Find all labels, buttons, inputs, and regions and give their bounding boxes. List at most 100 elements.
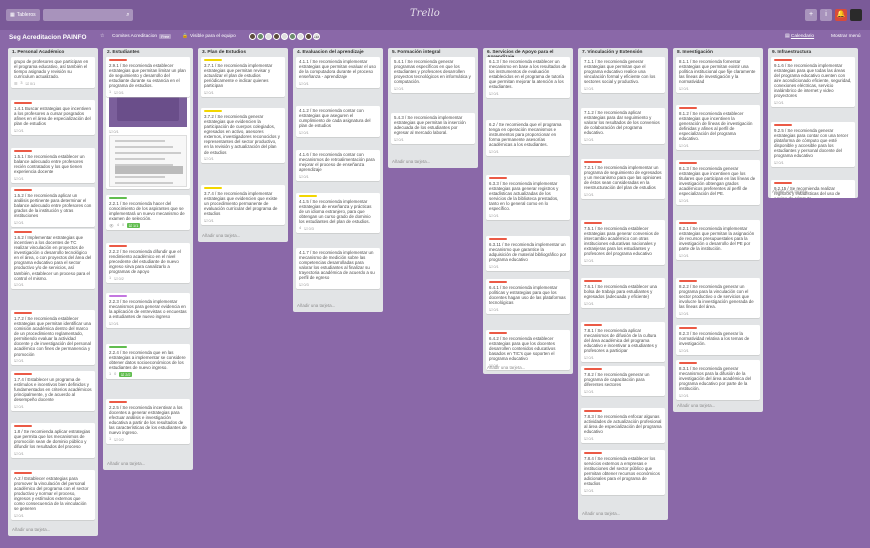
card[interactable]: 6.4.1 / Se recomienda implementar políti… <box>486 279 570 314</box>
notifications-icon[interactable]: 🔔 <box>835 9 847 21</box>
card[interactable]: 7.8.4 / Se recomienda establecer los ser… <box>581 450 665 495</box>
card[interactable] <box>106 133 190 189</box>
card[interactable]: 7.5.1 / Se recomienda establecer estrate… <box>581 220 665 265</box>
list-title[interactable]: 5. Formación integral <box>388 48 478 57</box>
card[interactable]: 7.8.3 / Se recomienda enfocar algunas ac… <box>581 408 665 443</box>
card[interactable]: A.2 / Establecer estrategias para promov… <box>11 470 95 521</box>
card-title: 3.7.1 / Se recomienda implementar estrat… <box>204 62 273 89</box>
add-card-button[interactable]: Añadir una tarjeta... <box>392 159 430 164</box>
calendar-button[interactable]: ▤ Calendario <box>785 34 814 39</box>
card-label <box>584 222 602 225</box>
card[interactable]: 5.4.3 / Se recomienda implementar estrat… <box>391 113 475 144</box>
team-button[interactable]: Comites Acreditacion Free <box>112 34 172 39</box>
list-title[interactable]: 2. Estudiantes <box>103 48 193 57</box>
board-title[interactable]: Seg Acreditacion PAINFO <box>9 34 86 41</box>
card-badge: 1 <box>109 276 112 281</box>
add-card-button[interactable]: Añadir una tarjeta... <box>582 511 620 516</box>
list-title[interactable]: 4. Evaluacion del aprendizaje <box>293 48 383 57</box>
avatar[interactable] <box>281 33 288 40</box>
card[interactable]: 4.1.2 / Se recomienda contar con estrate… <box>296 106 380 137</box>
list-title[interactable]: 8. Investigación <box>673 48 763 57</box>
card[interactable]: 1.6.2 / Implementar estrategias que ince… <box>11 229 95 290</box>
card[interactable]: 2.2.4 / Se recomienda que en las estrate… <box>106 344 190 379</box>
card[interactable]: 2.2.3 / Se recomienda implementar mecani… <box>106 293 190 328</box>
card[interactable]: grupo de profesores que participan en el… <box>11 57 95 88</box>
boards-button[interactable]: ▦ Tableros <box>6 9 40 21</box>
add-card-button[interactable]: Añadir una tarjeta... <box>772 189 810 194</box>
card[interactable]: 9.1.6 / Se recomienda implementar estrat… <box>771 57 855 108</box>
card[interactable]: 6.3.3 / Se recomienda implementar estrat… <box>486 175 570 220</box>
avatar[interactable] <box>265 33 272 40</box>
card[interactable]: 1.5.2 / Se recomienda aplicar un análisi… <box>11 187 95 227</box>
card[interactable]: 2.9.1 / Se recomienda establecer estrate… <box>106 57 190 97</box>
card[interactable]: 7.8.2 / Se recomienda generar un program… <box>581 366 665 396</box>
info-button[interactable]: i <box>820 9 832 21</box>
card[interactable]: 8.1.2 / Se recomienda establecer estrate… <box>676 105 760 150</box>
card[interactable]: 4.1.5 / Se recomienda implementar estrat… <box>296 193 380 233</box>
card[interactable]: 8.1.1 / Se recomienda fomentar estrategi… <box>676 57 760 93</box>
list-title[interactable]: 1. Personal Académico <box>8 48 98 57</box>
card[interactable]: 1.4.1 Buscar estrategias que incentiven … <box>11 100 95 135</box>
card[interactable]: 7.6.1 / Se recomienda establecer una bol… <box>581 278 665 308</box>
add-card-button[interactable]: Añadir una tarjeta... <box>12 527 50 532</box>
card[interactable]: 4.1.7 / Se recomienda implementar un mec… <box>296 248 380 290</box>
list-title[interactable]: 3. Plan de Estudios <box>198 48 288 57</box>
add-card-button[interactable]: Añadir una tarjeta... <box>297 303 335 308</box>
avatar[interactable] <box>273 33 280 40</box>
checklist-badge: ☑ 0/1 <box>14 283 24 288</box>
avatar[interactable] <box>257 33 264 40</box>
avatar[interactable] <box>289 33 296 40</box>
card[interactable]: 9.2.5 / Se recomienda generar estrategia… <box>771 122 855 167</box>
star-icon[interactable]: ☆ <box>100 34 104 39</box>
card[interactable]: 7.2.1 / Se recomienda implementar un pro… <box>581 159 665 199</box>
card-label <box>584 280 602 283</box>
checklist-badge: ☑ 0/1 <box>14 404 24 409</box>
card[interactable]: 1.5.1 / Se recomienda establecer un bala… <box>11 148 95 183</box>
card[interactable]: 3.7.4 / Se recomienda implementar estrat… <box>201 185 285 225</box>
card[interactable]: 6.2 / Se recomienda que el programa teng… <box>486 120 570 156</box>
card-badges: ☑ 0/1 <box>584 389 662 394</box>
add-card-button[interactable]: Añadir una tarjeta... <box>202 233 240 238</box>
card[interactable]: 2.2.1 / Se recomienda hacer del conocimi… <box>106 195 190 230</box>
card[interactable]: 1.8 / Se recomienda aplicar estrategias … <box>11 423 95 458</box>
checklist-badge: ☑ 0/1 <box>584 488 594 493</box>
card[interactable]: 4.1.6 / Se recomienda contar con mecanis… <box>296 150 380 181</box>
card[interactable]: 8.2.3 / Se recomienda generar la normati… <box>676 325 760 355</box>
show-menu-button[interactable]: Mostrar menú <box>831 34 861 39</box>
card[interactable]: 7.1.1 / Se recomienda generar estrategia… <box>581 57 665 93</box>
list-title[interactable]: 9. Infraestructura <box>768 48 858 57</box>
visibility-button[interactable]: 🔒 Visible para el equipo <box>182 34 236 39</box>
add-card-button[interactable]: Añadir una tarjeta... <box>107 461 145 466</box>
add-card-button[interactable]: Añadir una tarjeta... <box>677 403 715 408</box>
card[interactable]: 1.7.4 / Establecer un programa de estímu… <box>11 371 95 411</box>
list-title[interactable]: 6. Servicios de Apoyo para el Aprendizaj… <box>483 48 573 60</box>
user-avatar[interactable] <box>850 9 862 21</box>
card[interactable]: 8.2.2 / Se recomienda generar un program… <box>676 278 760 318</box>
search-input[interactable]: ⌕ <box>42 9 133 21</box>
card[interactable]: 6.1.3 / Se recomienda establecer un meca… <box>486 57 570 99</box>
card[interactable]: 7.1.2 / Se recomienda aplicar estrategia… <box>581 108 665 144</box>
avatar[interactable] <box>249 33 256 40</box>
card[interactable]: 3.7.1 / Se recomienda implementar estrat… <box>201 57 285 97</box>
trello-logo[interactable]: Trello <box>410 8 440 19</box>
avatar[interactable] <box>297 33 304 40</box>
card[interactable]: 2.2.2 / Se recomienda difundir que el re… <box>106 243 190 283</box>
add-card-button[interactable]: Añadir una tarjeta... <box>487 365 525 370</box>
card[interactable]: 4.1.1 / Se recomienda implementar estrat… <box>296 57 380 88</box>
card[interactable]: 8.2.1 / Se recomienda implementar estrat… <box>676 220 760 260</box>
list-title[interactable]: 7. Vinculación y Extensión <box>578 48 668 57</box>
add-button[interactable]: + <box>805 9 817 21</box>
card[interactable]: 1.7.2 / Se recomienda establecer estrate… <box>11 310 95 366</box>
card[interactable]: 8.1.3 / Se recomienda generar estrategia… <box>676 160 760 205</box>
card[interactable]: 8.3.1 / Se recomienda generar mecanismos… <box>676 360 760 400</box>
card[interactable]: 6.4.2 / Se recomienda establecer estrate… <box>486 330 570 370</box>
card-title: 8.1.3 / Se recomienda generar estrategia… <box>679 165 756 197</box>
avatar-more[interactable]: +12 <box>313 33 320 40</box>
card[interactable]: 6.3.11 / Se recomienda implementar un me… <box>486 236 570 271</box>
card[interactable]: 7.8.1 / Se recomienda aplicar mecanismos… <box>581 322 665 362</box>
card[interactable]: 5.4.1 / Se recomienda generar programas … <box>391 57 475 93</box>
card[interactable]: 3.7.2 / Se recomienda generar estrategia… <box>201 108 285 164</box>
card-badges: 1 ☑ 0/1 <box>109 90 187 95</box>
card[interactable]: 2.2.5 / Se recomienda incentivar a los d… <box>106 399 190 444</box>
avatar[interactable] <box>305 33 312 40</box>
